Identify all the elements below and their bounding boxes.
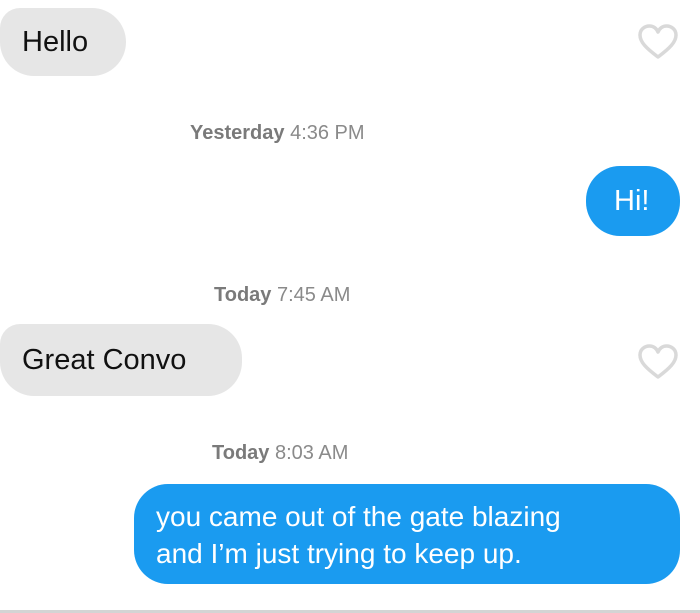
message-timestamp: Yesterday 4:36 PM	[190, 121, 365, 145]
message-text: Hello	[22, 26, 89, 58]
outgoing-message[interactable]: Hi!	[586, 166, 680, 236]
outgoing-message[interactable]: you came out of the gate blazing and I’m…	[134, 484, 680, 584]
message-text: Great Convo	[22, 344, 187, 376]
chat-thread: Hello Yesterday 4:36 PM Hi! Today 7:45 A…	[0, 0, 700, 613]
timestamp-day: Today	[212, 442, 270, 464]
timestamp-day: Yesterday	[190, 122, 285, 144]
timestamp-time: 7:45 AM	[276, 284, 351, 306]
incoming-message[interactable]: Hello	[0, 8, 126, 76]
message-text-line: and I’m just trying to keep up.	[156, 538, 522, 569]
message-text-line: you came out of the gate blazing	[156, 501, 561, 532]
incoming-message[interactable]: Great Convo	[0, 324, 242, 396]
message-text: Hi!	[614, 185, 650, 217]
message-timestamp: Today 8:03 AM	[212, 441, 348, 465]
timestamp-time: 4:36 PM	[290, 122, 365, 144]
message-timestamp: Today 7:45 AM	[214, 283, 350, 307]
heart-outline-icon[interactable]	[638, 24, 678, 60]
timestamp-day: Today	[214, 284, 272, 306]
timestamp-time: 8:03 AM	[274, 442, 349, 464]
heart-outline-icon[interactable]	[638, 344, 678, 380]
